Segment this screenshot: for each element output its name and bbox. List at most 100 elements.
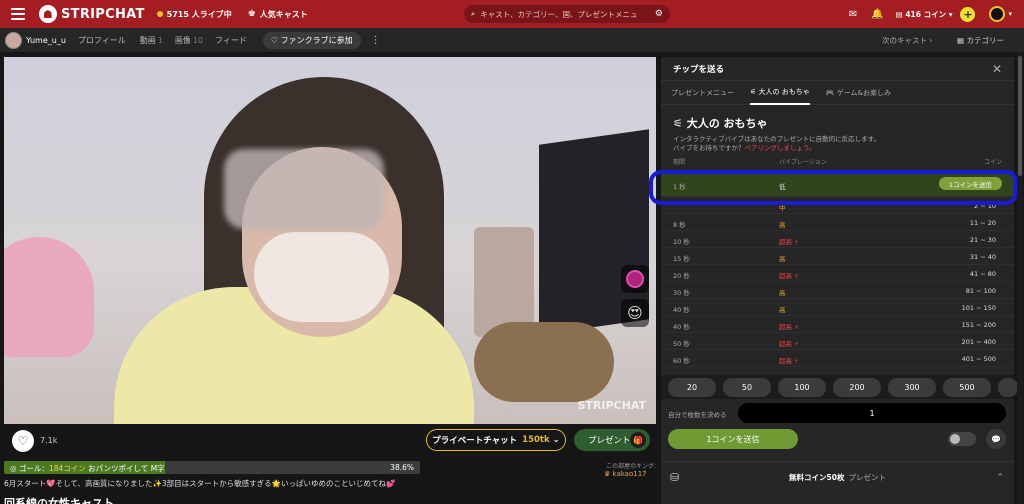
tab-adult-toys[interactable]: ⚟ 大人の おもちゃ [750,81,810,105]
amount-button[interactable] [998,378,1018,397]
row-coin-range: 11 ~ 20 [969,219,996,227]
plush-toy [474,322,614,402]
model-avatar[interactable] [5,31,22,49]
adult-toys-heading: ⚟ 大人の おもちゃ [673,117,768,130]
live-count[interactable]: 5715 人ライブ中 [156,9,232,20]
row-vibration-level: 高 [779,306,786,314]
menu-icon[interactable] [11,8,25,20]
emoji-reaction-button[interactable]: 😍 [621,299,649,327]
chevron-down-icon: ▾ [946,9,953,19]
row-duration: 15 秒 [673,255,690,263]
row-duration: 30 秒 [673,289,690,297]
tip-panel-header: チップを送る ✕ [661,57,1014,81]
amount-button[interactable]: 20 [668,378,716,397]
vibration-row[interactable]: 30 秒 高 81 ~ 100 [661,282,1014,299]
filter-icon[interactable]: ⚙ [655,9,663,19]
popular-icon: ♚ [247,9,256,19]
popular-casts-link[interactable]: ♚ 人気キャスト [248,9,308,20]
goal-text: ◎ ゴール：184コイン おパンツポイして M字 [10,464,165,473]
scrollbar-thumb[interactable] [1018,56,1022,176]
row-coin-range: 31 ~ 40 [969,253,996,261]
model-username[interactable]: Yume_u_u [26,36,66,45]
tab-games[interactable]: 🎮 ゲーム&お楽しみ [826,82,891,104]
heart-eyes-emoji-icon: 😍 [627,304,643,322]
notifications-icon[interactable]: 🔔 [871,9,883,20]
vibration-row[interactable]: 20 秒 超高 ⚡ 41 ~ 80 [661,265,1014,282]
video-controls: ♡ 7.1k プライベートチャット 150tk ⌄ プレゼント 🎁 [4,424,656,458]
blur-overlay [224,149,384,229]
vibration-row[interactable]: 8 秒 高 11 ~ 20 [661,214,1014,231]
coin-balance[interactable]: ▤ 416 コイン ▾ [896,9,953,20]
tip-panel: チップを送る ✕ プレゼントメニュー ⚟ 大人の おもちゃ 🎮 ゲーム&お楽しみ … [661,57,1018,504]
amount-button[interactable]: 300 [888,378,936,397]
user-avatar[interactable] [989,6,1006,22]
private-chat-button[interactable]: プライベートチャット 150tk ⌄ [426,429,566,451]
like-button[interactable]: ♡ [12,430,34,452]
gift-button[interactable]: プレゼント 🎁 [574,429,650,451]
chevron-down-icon[interactable]: ▾ [1008,10,1012,18]
lovense-toy-button[interactable] [621,265,649,293]
vibration-row[interactable]: 60 秒 超高 ⚡ 401 ~ 500 [661,350,1014,367]
king-label: この部屋のキング: [606,463,656,470]
site-logo[interactable]: ☗ STRIPCHAT [39,5,145,23]
live-video[interactable]: STRIPCHAT 😍 [4,57,656,424]
search-input[interactable]: ⌕ キャスト、カテゴリー、国、プレゼントメニュ ⚙ [464,5,670,23]
gamepad-icon: 🎮 [825,88,837,97]
tab-profile[interactable]: プロフィール [78,35,128,46]
row-duration: 60 秒 [673,357,690,365]
close-icon[interactable]: ✕ [992,62,1002,76]
chat-icon[interactable]: 💬 [986,429,1006,449]
goal-progress-bar: ◎ ゴール：184コイン おパンツポイして M字 38.6% [4,461,420,474]
anonymous-toggle[interactable] [948,432,976,446]
wallet-icon: ▤ [895,9,906,19]
next-cast-button[interactable]: 次のキャスト › [882,35,932,46]
row-coin-range: 2 ~ 10 [974,202,996,210]
tab-videos[interactable]: 動画 1 [140,35,163,46]
amount-button[interactable]: 100 [778,378,826,397]
chevron-up-icon[interactable]: ⌃ [996,473,1004,483]
buy-coins-button[interactable]: + [960,6,976,22]
messages-icon[interactable]: ✉ [849,9,857,20]
row-duration: 1 秒 [673,183,686,191]
coins-icon: ⛁ [670,471,680,484]
vibration-row[interactable]: 10 秒 超高 ⚡ 21 ~ 30 [661,231,1014,248]
tab-gift-menu[interactable]: プレゼントメニュー [671,82,734,104]
page-scrollbar[interactable] [1017,52,1023,504]
crown-icon: ♛ [604,470,613,478]
send-coins-button[interactable]: 1コインを送信 [668,429,798,449]
custom-amount-input[interactable]: 1 [738,403,1006,423]
toy-icon: ⚟ [750,87,759,96]
vibration-row[interactable]: 50 秒 超高 ⚡ 201 ~ 400 [661,333,1014,350]
join-fanclub-button[interactable]: ♡ ファンクラブに参加 [262,31,361,49]
row-vibration-level: 高 [779,289,786,297]
tab-feed[interactable]: フィード [215,35,249,46]
vibration-row[interactable]: 40 秒 高 101 ~ 150 [661,299,1014,316]
logo-mark-icon: ☗ [39,5,57,23]
king-user[interactable]: ♛ kakao117 [604,470,647,478]
top-right-controls: ✉ 🔔 ▤ 416 コイン ▾ + ▾ [835,0,1024,28]
row-coin-range: 81 ~ 100 [965,287,996,295]
vibration-row[interactable]: 中 2 ~ 10 [661,197,1014,214]
row-coin-range: 151 ~ 200 [961,321,996,329]
category-button[interactable]: ▦ カテゴリー [957,35,1004,46]
amount-button[interactable]: 50 [723,378,771,397]
vibration-row[interactable]: 15 秒 高 31 ~ 40 [661,248,1014,265]
row-duration: 20 秒 [673,272,690,280]
row-vibration-level: 中 [779,204,786,212]
pairing-link[interactable]: ペアリングしましょう。 [745,144,816,152]
tip-panel-tabs: プレゼントメニュー ⚟ 大人の おもちゃ 🎮 ゲーム&お楽しみ [661,81,1014,105]
amount-button[interactable]: 200 [833,378,881,397]
like-count: 7.1k [40,436,58,445]
row-duration: 8 秒 [673,221,686,229]
video-watermark: STRIPCHAT [577,399,647,412]
row-duration: 50 秒 [673,340,690,348]
top-navigation-bar: ☗ STRIPCHAT 5715 人ライブ中 ♚ 人気キャスト ⌕ キャスト、カテゴリ… [0,0,1024,28]
amount-button[interactable]: 500 [943,378,991,397]
vibration-row[interactable]: 1 秒 低 1コインを送信 [661,172,1014,197]
send-one-coin-button[interactable]: 1コインを送信 [938,177,1002,190]
tab-photos[interactable]: 画像 10 [175,35,203,46]
free-coins-banner[interactable]: ⛁ 無料コイン50枚 プレゼント ⌃ [661,461,1014,493]
more-options-icon[interactable]: ⋮ [371,35,381,46]
adult-toys-description: インタラクティブバイブはあなたのプレゼントに自動的に反応します。 バイブをお持ちで… [673,135,880,152]
vibration-row[interactable]: 40 秒 超高 ⚡ 151 ~ 200 [661,316,1014,333]
